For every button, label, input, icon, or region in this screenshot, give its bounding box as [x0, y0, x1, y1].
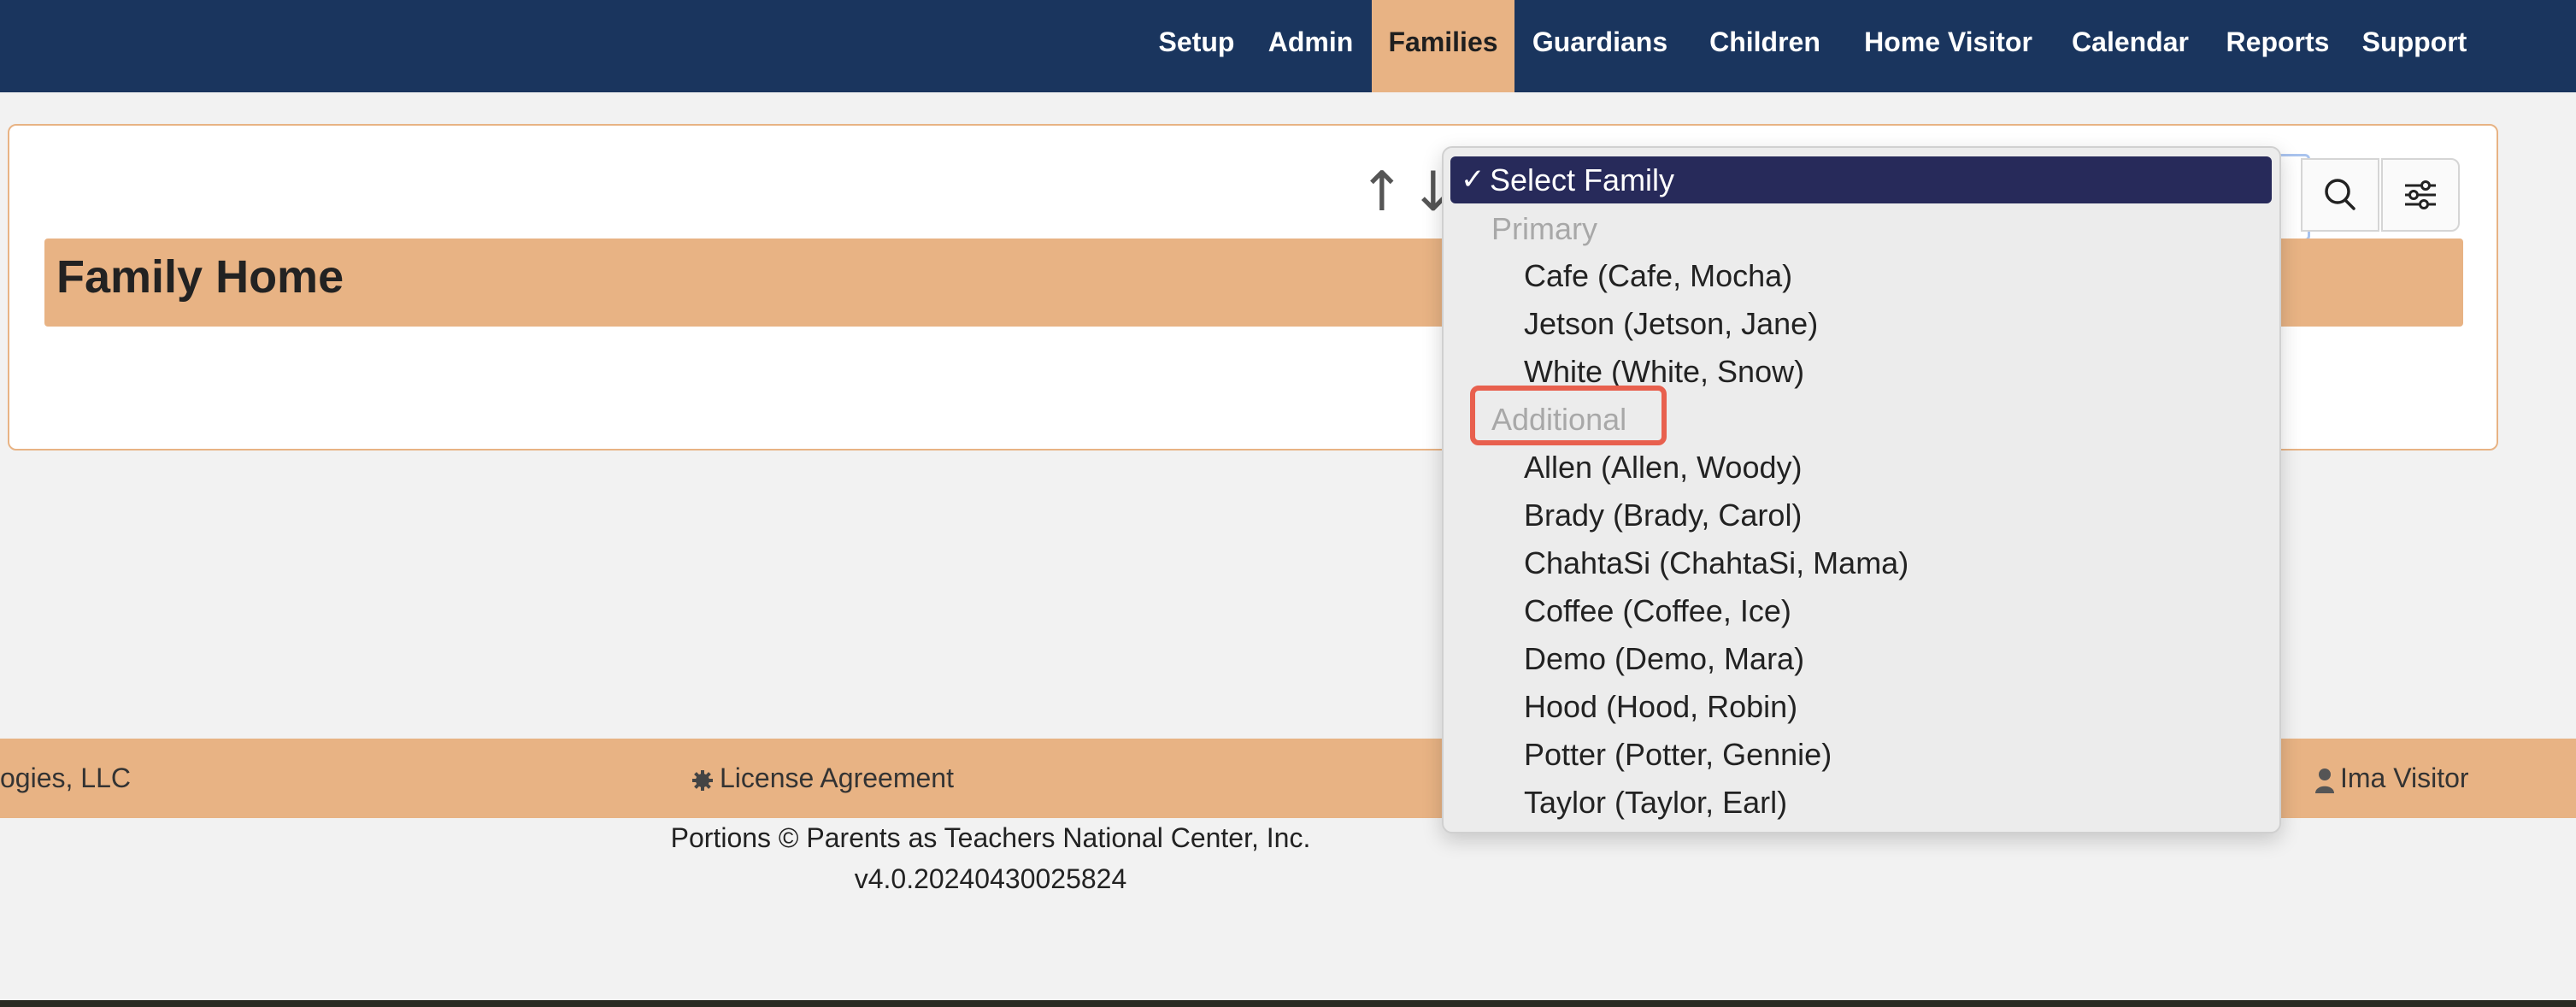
nav-item-reports[interactable]: Reports	[2208, 0, 2347, 92]
nav-item-guardians[interactable]: Guardians	[1514, 0, 1685, 92]
dropdown-option[interactable]: Coffee (Coffee, Ice)	[1524, 590, 1791, 633]
dropdown-option[interactable]: Hood (Hood, Robin)	[1524, 686, 1797, 728]
nav-item-children[interactable]: Children	[1685, 0, 1844, 92]
annotation-highlight-box	[1470, 386, 1667, 445]
bottom-strip	[0, 1000, 2576, 1007]
dropdown-option[interactable]: Potter (Potter, Gennie)	[1524, 733, 1832, 776]
footer-version: v4.0.20240430025824	[854, 863, 1127, 894]
nav-item-families[interactable]: Families	[1372, 0, 1514, 92]
arrow-up-icon[interactable]: ↑	[1359, 162, 1405, 222]
dropdown-option[interactable]: Demo (Demo, Mara)	[1524, 638, 1804, 680]
user-name: Ima Visitor	[2340, 763, 2469, 793]
footer-company: ogies, LLC	[0, 763, 131, 793]
dropdown-option[interactable]: Allen (Allen, Woody)	[1524, 446, 1802, 489]
dropdown-option[interactable]: Taylor (Taylor, Earl)	[1524, 781, 1787, 824]
dropdown-option[interactable]: ChahtaSi (ChahtaSi, Mama)	[1524, 542, 1908, 585]
filter-settings-button[interactable]	[2381, 158, 2460, 232]
user-icon	[2314, 768, 2335, 793]
user-menu-link[interactable]: Ima Visitor	[2314, 739, 2469, 818]
dropdown-option[interactable]: Brady (Brady, Carol)	[1524, 494, 1802, 537]
license-agreement-link[interactable]: License Agreement	[691, 739, 954, 818]
filter-settings-icon	[2405, 180, 2436, 209]
nav-item-support[interactable]: Support	[2347, 0, 2482, 92]
top-navbar: Setup Admin Families Guardians Children …	[0, 0, 2576, 92]
license-agreement-label: License Agreement	[720, 763, 954, 793]
checkmark-icon: ✓	[1461, 162, 1485, 197]
dropdown-option-label: Select Family	[1490, 162, 1675, 197]
dropdown-option-select-family[interactable]: ✓ Select Family	[1450, 156, 2272, 203]
search-button[interactable]	[2301, 158, 2379, 232]
dropdown-option[interactable]: Jetson (Jetson, Jane)	[1524, 303, 1818, 345]
dropdown-group-primary: Primary	[1491, 211, 1597, 246]
nav-item-admin[interactable]: Admin	[1250, 0, 1372, 92]
dropdown-option[interactable]: Cafe (Cafe, Mocha)	[1524, 255, 1792, 297]
nav-item-home-visitor[interactable]: Home Visitor	[1844, 0, 2052, 92]
nav-item-setup[interactable]: Setup	[1144, 0, 1250, 92]
page-title: Family Home	[56, 251, 344, 303]
nav-item-calendar[interactable]: Calendar	[2052, 0, 2208, 92]
gear-icon	[691, 768, 715, 792]
search-icon	[2325, 179, 2355, 210]
